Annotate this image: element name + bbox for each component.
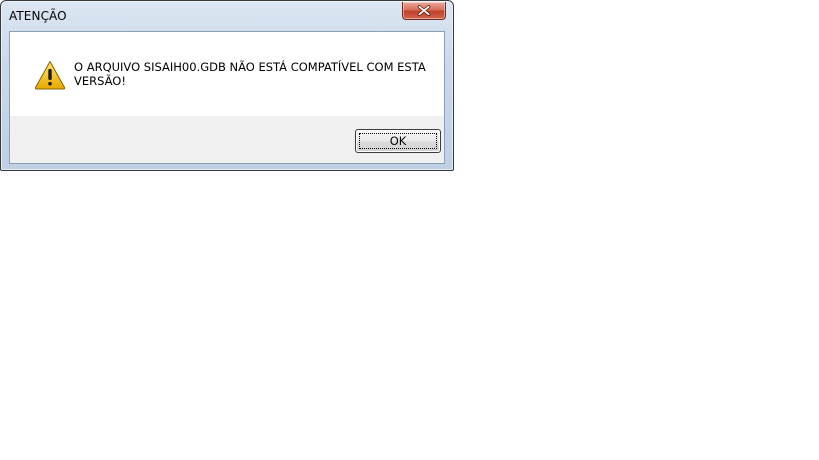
dialog-client-area: O ARQUIVO SISAIH00.GDB NÃO ESTÁ COMPATÍV…	[9, 31, 445, 164]
dialog-title: ATENÇÃO	[9, 9, 67, 23]
title-bar[interactable]: ATENÇÃO	[1, 1, 453, 31]
warning-icon	[34, 60, 66, 90]
ok-button[interactable]: OK	[355, 129, 441, 153]
close-button[interactable]	[402, 2, 446, 20]
ok-button-label: OK	[389, 134, 407, 148]
alert-dialog: ATENÇÃO O ARQUIVO SISAIH00.GDB NÃO ESTÁ …	[0, 0, 454, 171]
message-panel: O ARQUIVO SISAIH00.GDB NÃO ESTÁ COMPATÍV…	[10, 32, 444, 116]
dialog-message: O ARQUIVO SISAIH00.GDB NÃO ESTÁ COMPATÍV…	[74, 60, 426, 88]
close-icon	[417, 5, 431, 16]
